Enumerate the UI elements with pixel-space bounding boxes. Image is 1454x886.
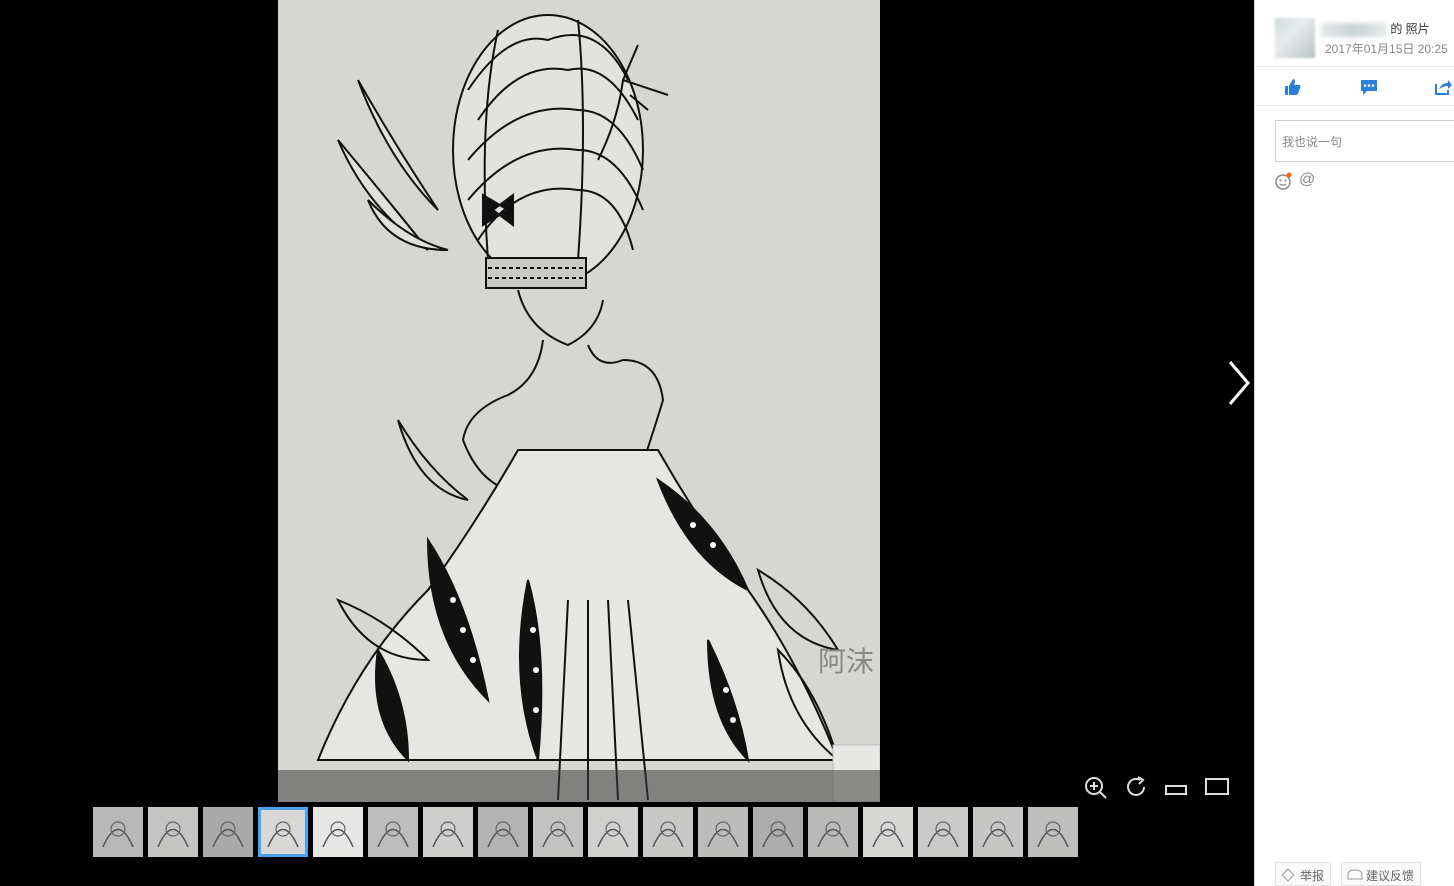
fit-window-icon[interactable] [1163, 774, 1189, 800]
zoom-in-icon[interactable] [1084, 774, 1108, 800]
feedback-button[interactable]: 建议反馈 [1341, 862, 1422, 886]
thumbnail[interactable] [203, 807, 253, 857]
rotate-icon[interactable] [1124, 774, 1148, 800]
feedback-icon [1347, 869, 1363, 880]
info-sidebar: 的 照片 2017年01月15日 20:25 我也说一句 @ 举报 建议反馈 [1254, 0, 1454, 886]
avatar[interactable] [1275, 18, 1315, 58]
action-bar [1255, 66, 1454, 106]
photo-caption-bar [278, 770, 880, 802]
thumbnail[interactable] [258, 807, 308, 857]
thumbnail[interactable] [863, 807, 913, 857]
author-name[interactable] [1321, 22, 1387, 37]
thumbnail[interactable] [643, 807, 693, 857]
thumbnail[interactable] [1028, 807, 1078, 857]
thumbnail[interactable] [808, 807, 858, 857]
photo-signature: 阿沫 [818, 645, 875, 678]
author-line: 的 照片 [1321, 20, 1430, 37]
report-button[interactable]: 举报 [1275, 862, 1332, 886]
comment-icon[interactable] [1359, 77, 1379, 97]
thumbnail[interactable] [973, 807, 1023, 857]
report-icon [1281, 868, 1295, 882]
thumbnail[interactable] [918, 807, 968, 857]
emoji-icon[interactable] [1275, 172, 1293, 190]
post-date: 2017年01月15日 20:25 [1325, 42, 1448, 56]
photo-viewer: 阿沫 [0, 0, 1254, 886]
fullscreen-icon[interactable] [1204, 774, 1230, 800]
feedback-label: 建议反馈 [1366, 869, 1415, 883]
thumbnail[interactable] [478, 807, 528, 857]
thumbnail[interactable] [313, 807, 363, 857]
comment-input[interactable]: 我也说一句 [1275, 120, 1454, 162]
thumbnail[interactable] [588, 807, 638, 857]
thumbnail[interactable] [368, 807, 418, 857]
thumbnail[interactable] [423, 807, 473, 857]
thumbnail-strip [93, 807, 1078, 857]
thumbnail[interactable] [93, 807, 143, 857]
like-icon[interactable] [1283, 77, 1303, 97]
thumbnail[interactable] [148, 807, 198, 857]
mention-icon[interactable]: @ [1299, 171, 1315, 189]
share-icon[interactable] [1433, 77, 1453, 97]
report-label: 举报 [1300, 869, 1325, 883]
main-photo[interactable]: 阿沫 [278, 0, 880, 802]
next-arrow-icon[interactable] [1222, 358, 1254, 408]
thumbnail[interactable] [698, 807, 748, 857]
thumbnail[interactable] [753, 807, 803, 857]
thumbnail[interactable] [533, 807, 583, 857]
author-suffix: 的 照片 [1390, 22, 1430, 36]
